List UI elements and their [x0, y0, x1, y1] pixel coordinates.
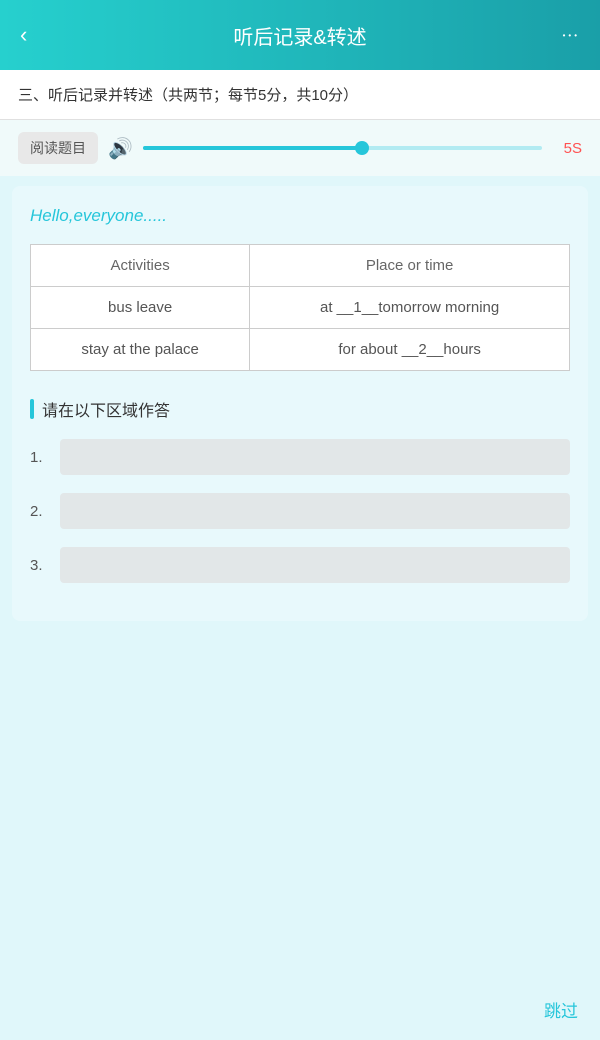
answer-item-3: 3.: [30, 547, 570, 583]
audio-bar: 阅读题目 🔊 5S: [0, 120, 600, 176]
header-title: 听后记录&转述: [233, 21, 366, 50]
answer-input-3[interactable]: [60, 547, 570, 583]
subtitle-text: 三、听后记录并转述（共两节；每节5分，共10分）: [18, 87, 358, 104]
answer-title: 请在以下区域作答: [30, 397, 570, 421]
answer-item-2: 2.: [30, 493, 570, 529]
title-bar-decoration: [30, 399, 34, 419]
read-button[interactable]: 阅读题目: [18, 132, 98, 164]
col1-header: Activities: [31, 245, 250, 287]
table-row: stay at the palace for about __2__hours: [31, 329, 570, 371]
main-content: Hello,everyone..... Activities Place or …: [12, 186, 588, 621]
progress-track[interactable]: [143, 146, 542, 150]
back-button[interactable]: ‹: [20, 24, 27, 46]
answer-num-1: 1.: [30, 449, 50, 466]
answer-item-1: 1.: [30, 439, 570, 475]
header: ‹ 听后记录&转述 •••: [0, 0, 600, 70]
greeting-text: Hello,everyone.....: [30, 206, 570, 226]
col2-header: Place or time: [250, 245, 570, 287]
speaker-icon[interactable]: 🔊: [108, 136, 133, 161]
footer: 跳过: [544, 997, 578, 1022]
place-time-cell-2: for about __2__hours: [250, 329, 570, 371]
activity-table: Activities Place or time bus leave at __…: [30, 244, 570, 371]
activity-cell-1: bus leave: [31, 287, 250, 329]
skip-button[interactable]: 跳过: [544, 997, 578, 1022]
answer-input-2[interactable]: [60, 493, 570, 529]
answer-section: 请在以下区域作答 1. 2. 3.: [30, 393, 570, 583]
answer-num-2: 2.: [30, 503, 50, 520]
time-label: 5S: [552, 140, 582, 157]
answer-input-1[interactable]: [60, 439, 570, 475]
answer-num-3: 3.: [30, 557, 50, 574]
activity-cell-2: stay at the palace: [31, 329, 250, 371]
progress-thumb: [355, 141, 369, 155]
table-row: bus leave at __1__tomorrow morning: [31, 287, 570, 329]
more-button[interactable]: •••: [563, 31, 580, 40]
place-time-cell-1: at __1__tomorrow morning: [250, 287, 570, 329]
progress-fill: [143, 146, 363, 150]
answer-title-text: 请在以下区域作答: [42, 397, 170, 421]
subtitle-bar: 三、听后记录并转述（共两节；每节5分，共10分）: [0, 70, 600, 120]
